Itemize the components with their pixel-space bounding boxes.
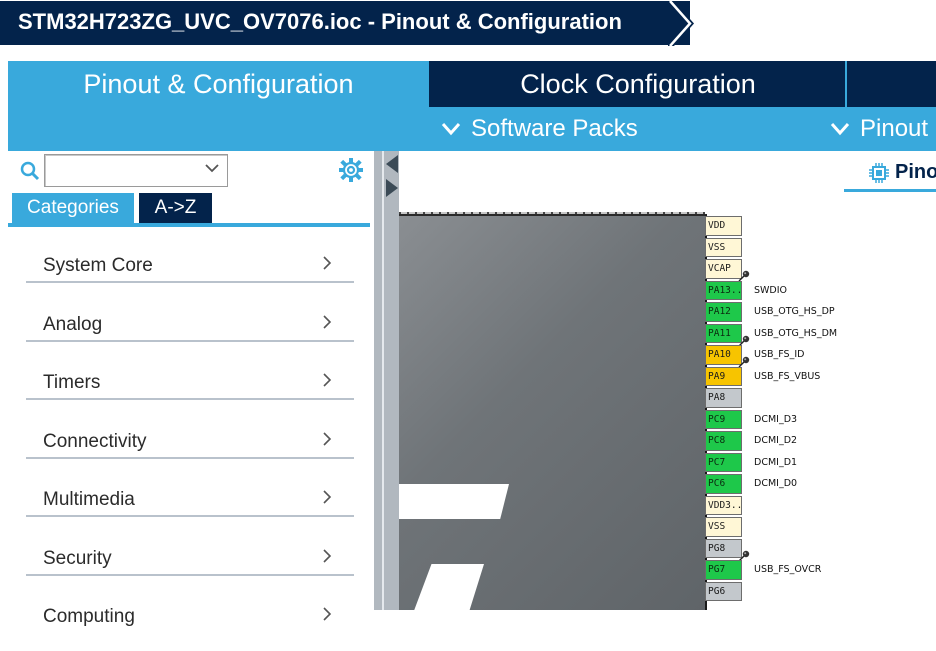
divider — [26, 515, 354, 517]
tab-label: A->Z — [154, 197, 197, 218]
tab-categories[interactable]: Categories — [12, 193, 134, 223]
divider — [26, 281, 354, 283]
breadcrumb-chevron-icon — [668, 0, 694, 47]
category-list: System Core Analog Timers Connectivity M… — [26, 241, 356, 651]
pin-pg6[interactable]: PG6 — [705, 581, 742, 601]
chevron-right-icon — [323, 490, 332, 504]
category-label: Connectivity — [43, 430, 147, 452]
category-analog[interactable]: Analog — [26, 300, 356, 359]
pin-pa13[interactable]: PA13.. — [705, 280, 742, 300]
divider — [26, 456, 354, 459]
pin-pa9[interactable]: PA9 — [705, 366, 742, 386]
pin-vss[interactable]: VSS — [705, 517, 742, 537]
pinout-canvas[interactable]: Pinout view VDDVSSVCAPPA13..SWDIOPA12USB… — [399, 151, 936, 610]
pin-signal-label: USB_FS_OVCR — [754, 564, 822, 575]
category-label: Security — [43, 547, 112, 569]
gear-icon[interactable] — [338, 157, 364, 183]
pin-pc8[interactable]: PC8 — [705, 431, 742, 451]
expand-right-icon[interactable] — [386, 179, 398, 197]
st-logo-bar — [409, 564, 484, 610]
pin-vdd[interactable]: VDD — [705, 216, 742, 236]
pin-vss[interactable]: VSS — [705, 237, 742, 257]
tab-clock-configuration[interactable]: Clock Configuration — [431, 61, 845, 107]
pin-signal-label: USB_FS_VBUS — [754, 370, 821, 382]
tab-label: Pinout view — [895, 161, 936, 183]
pin-signal-label: DCMI_D3 — [754, 413, 798, 425]
search-icon[interactable] — [20, 161, 40, 181]
category-label: Computing — [43, 606, 135, 627]
pin-pa8[interactable]: PA8 — [705, 388, 742, 408]
category-label: Analog — [43, 313, 103, 335]
title-bar: STM32H723ZG_UVC_OV7076.ioc - Pinout & Co… — [0, 0, 936, 47]
chevron-right-icon — [323, 431, 332, 446]
category-label: System Core — [43, 255, 153, 276]
tab-a-to-z[interactable]: A->Z — [139, 193, 212, 223]
pin-signal-label: DCMI_D2 — [754, 435, 798, 446]
pin-signal-label: DCMI_D1 — [754, 456, 798, 468]
search-field[interactable] — [48, 155, 202, 184]
pin-pc6[interactable]: PC6 — [705, 474, 742, 494]
main-tabs: Pinout & Configuration Clock Configurati… — [8, 61, 936, 107]
divider — [26, 339, 354, 342]
category-timers[interactable]: Timers — [26, 358, 356, 417]
pin-signal-label: USB_FS_ID — [754, 349, 805, 360]
panel-splitter[interactable] — [374, 151, 399, 610]
collapse-left-icon[interactable] — [386, 155, 398, 173]
pin-pg7[interactable]: PG7 — [705, 560, 742, 580]
category-multimedia[interactable]: Multimedia — [26, 475, 356, 534]
category-connectivity[interactable]: Connectivity — [26, 417, 356, 476]
chip-icon — [869, 162, 889, 183]
pin-signal-label: SWDIO — [754, 284, 788, 296]
tab-pinout-configuration[interactable]: Pinout & Configuration — [8, 61, 429, 107]
search-input[interactable] — [44, 154, 228, 187]
pin-signal-label: USB_OTG_HS_DP — [754, 306, 835, 317]
tab-label: Pinout & Configuration — [83, 68, 354, 99]
category-computing[interactable]: Computing — [26, 592, 356, 651]
chevron-right-icon — [323, 548, 332, 563]
pin-pa12[interactable]: PA12 — [705, 302, 742, 322]
divider — [26, 398, 354, 400]
chevron-down-icon[interactable] — [205, 163, 219, 173]
tab-label: Clock Configuration — [520, 68, 756, 99]
category-security[interactable]: Security — [26, 534, 356, 593]
chevron-right-icon — [323, 373, 332, 387]
chevron-right-icon — [323, 256, 332, 270]
tab-label: Categories — [27, 197, 119, 218]
window-title: STM32H723ZG_UVC_OV7076.ioc - Pinout & Co… — [18, 9, 622, 34]
pin-vdd3[interactable]: VDD3.. — [705, 495, 742, 515]
category-system-core[interactable]: System Core — [26, 241, 356, 300]
tab-pinout-view[interactable]: Pinout view — [869, 161, 936, 184]
tab-separator — [845, 61, 847, 107]
menu-label: Software Packs — [471, 115, 638, 142]
category-label: Multimedia — [43, 489, 135, 510]
software-packs-menu[interactable]: Software Packs — [441, 115, 638, 143]
chevron-down-icon — [830, 123, 850, 136]
mcu-chip-body — [399, 214, 707, 610]
category-label: Timers — [43, 372, 101, 393]
submenu-bar: Software Packs Pinout — [8, 107, 936, 151]
chevron-down-icon — [441, 123, 461, 136]
view-tab-underline — [844, 189, 936, 192]
pin-signal-label: DCMI_D0 — [754, 478, 798, 489]
divider — [26, 573, 354, 576]
splitter-line — [382, 151, 384, 610]
chevron-right-icon — [323, 314, 332, 329]
tabs-underline — [8, 223, 370, 227]
st-logo-bar — [399, 484, 509, 519]
menu-label: Pinout — [860, 115, 929, 142]
pinout-menu[interactable]: Pinout — [830, 115, 928, 143]
pin-pc9[interactable]: PC9 — [705, 409, 742, 429]
chevron-right-icon — [323, 607, 332, 621]
pin-signal-label: USB_OTG_HS_DM — [754, 327, 838, 339]
pin-pc7[interactable]: PC7 — [705, 452, 742, 472]
categories-panel: Categories A->Z System Core Analog Timer… — [8, 151, 374, 627]
